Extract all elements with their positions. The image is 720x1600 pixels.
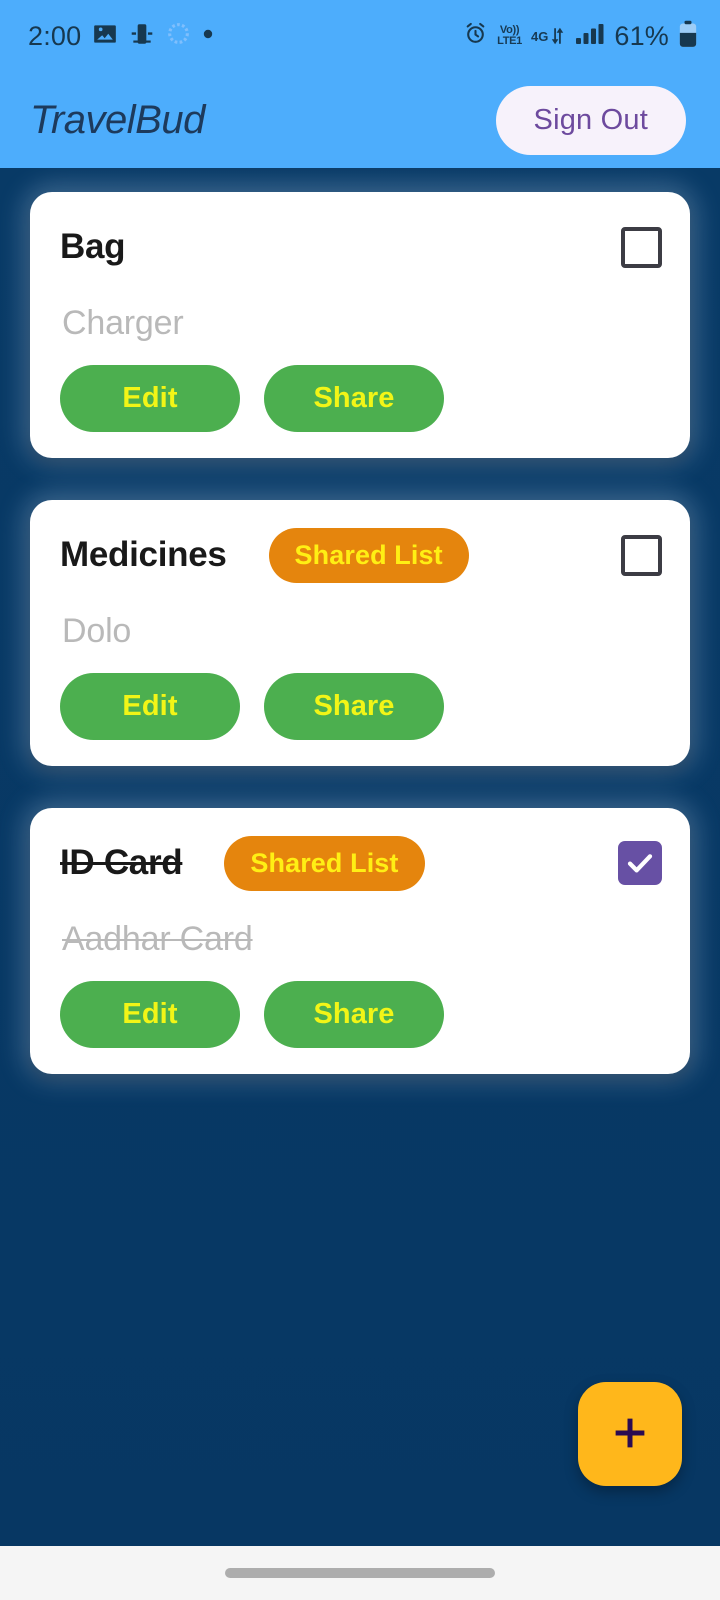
plus-icon bbox=[607, 1410, 653, 1459]
list-title: Bag bbox=[60, 227, 126, 266]
4g-data-icon: 4G bbox=[531, 25, 566, 47]
checkbox-wrapper[interactable] bbox=[621, 226, 662, 268]
list-checkbox[interactable] bbox=[618, 841, 662, 885]
sign-out-button[interactable]: Sign Out bbox=[495, 85, 686, 155]
add-list-fab[interactable] bbox=[578, 1382, 682, 1486]
status-bar-left: 2:00 bbox=[28, 21, 214, 52]
signal-bars-icon bbox=[575, 22, 605, 51]
card-actions: Edit Share bbox=[60, 673, 662, 740]
battery-percent-label: 61% bbox=[614, 20, 669, 51]
volte-line2: LTE1 bbox=[497, 35, 523, 47]
card-actions: Edit Share bbox=[60, 365, 662, 432]
volte-icon: Vo)) LTE1 bbox=[497, 25, 522, 47]
share-button[interactable]: Share bbox=[264, 981, 444, 1048]
share-button[interactable]: Share bbox=[264, 365, 444, 432]
list-container: Bag Charger Edit Share Medicines Shared … bbox=[0, 168, 720, 1546]
list-item-text: Aadhar Card bbox=[62, 920, 253, 958]
edit-button[interactable]: Edit bbox=[60, 365, 240, 432]
card-header: ID Card Shared List bbox=[60, 834, 662, 892]
network-label: 4G bbox=[531, 28, 549, 44]
checkbox-wrapper[interactable] bbox=[618, 841, 662, 885]
list-title: ID Card bbox=[60, 843, 183, 882]
photo-icon bbox=[92, 21, 118, 52]
list-card[interactable]: Bag Charger Edit Share bbox=[30, 192, 690, 458]
status-bar-clock: 2:00 bbox=[28, 20, 82, 51]
system-nav-bar bbox=[0, 1546, 720, 1600]
app-title: TravelBud bbox=[30, 97, 205, 142]
list-checkbox[interactable] bbox=[621, 534, 662, 576]
edit-button[interactable]: Edit bbox=[60, 981, 240, 1048]
alarm-icon bbox=[463, 21, 488, 51]
card-header: Bag bbox=[60, 218, 662, 276]
dot-icon bbox=[202, 27, 214, 45]
phone-screen: 2:00 Vo)) LTE1 4G 61% TravelBud Sign Out… bbox=[0, 0, 720, 1600]
list-checkbox[interactable] bbox=[621, 226, 662, 268]
share-button[interactable]: Share bbox=[264, 673, 444, 740]
list-card[interactable]: ID Card Shared List Aadhar Card Edit Sha… bbox=[30, 808, 690, 1074]
card-actions: Edit Share bbox=[60, 981, 662, 1048]
shared-list-badge[interactable]: Shared List bbox=[224, 835, 425, 891]
gesture-handle[interactable] bbox=[225, 1568, 495, 1578]
status-bar: 2:00 Vo)) LTE1 4G 61% bbox=[0, 0, 720, 72]
loading-spinner-icon bbox=[166, 21, 191, 51]
list-item-text: Dolo bbox=[62, 612, 132, 650]
edit-button[interactable]: Edit bbox=[60, 673, 240, 740]
list-title: Medicines bbox=[60, 535, 227, 574]
status-bar-right: Vo)) LTE1 4G 61% bbox=[463, 20, 698, 53]
shared-list-badge[interactable]: Shared List bbox=[268, 527, 469, 583]
list-card[interactable]: Medicines Shared List Dolo Edit Share bbox=[30, 500, 690, 766]
checkbox-wrapper[interactable] bbox=[621, 534, 662, 576]
card-header: Medicines Shared List bbox=[60, 526, 662, 584]
list-item-text: Charger bbox=[62, 304, 184, 342]
screen-cast-icon bbox=[129, 21, 155, 52]
app-bar: TravelBud Sign Out bbox=[0, 72, 720, 168]
battery-icon bbox=[678, 20, 698, 53]
